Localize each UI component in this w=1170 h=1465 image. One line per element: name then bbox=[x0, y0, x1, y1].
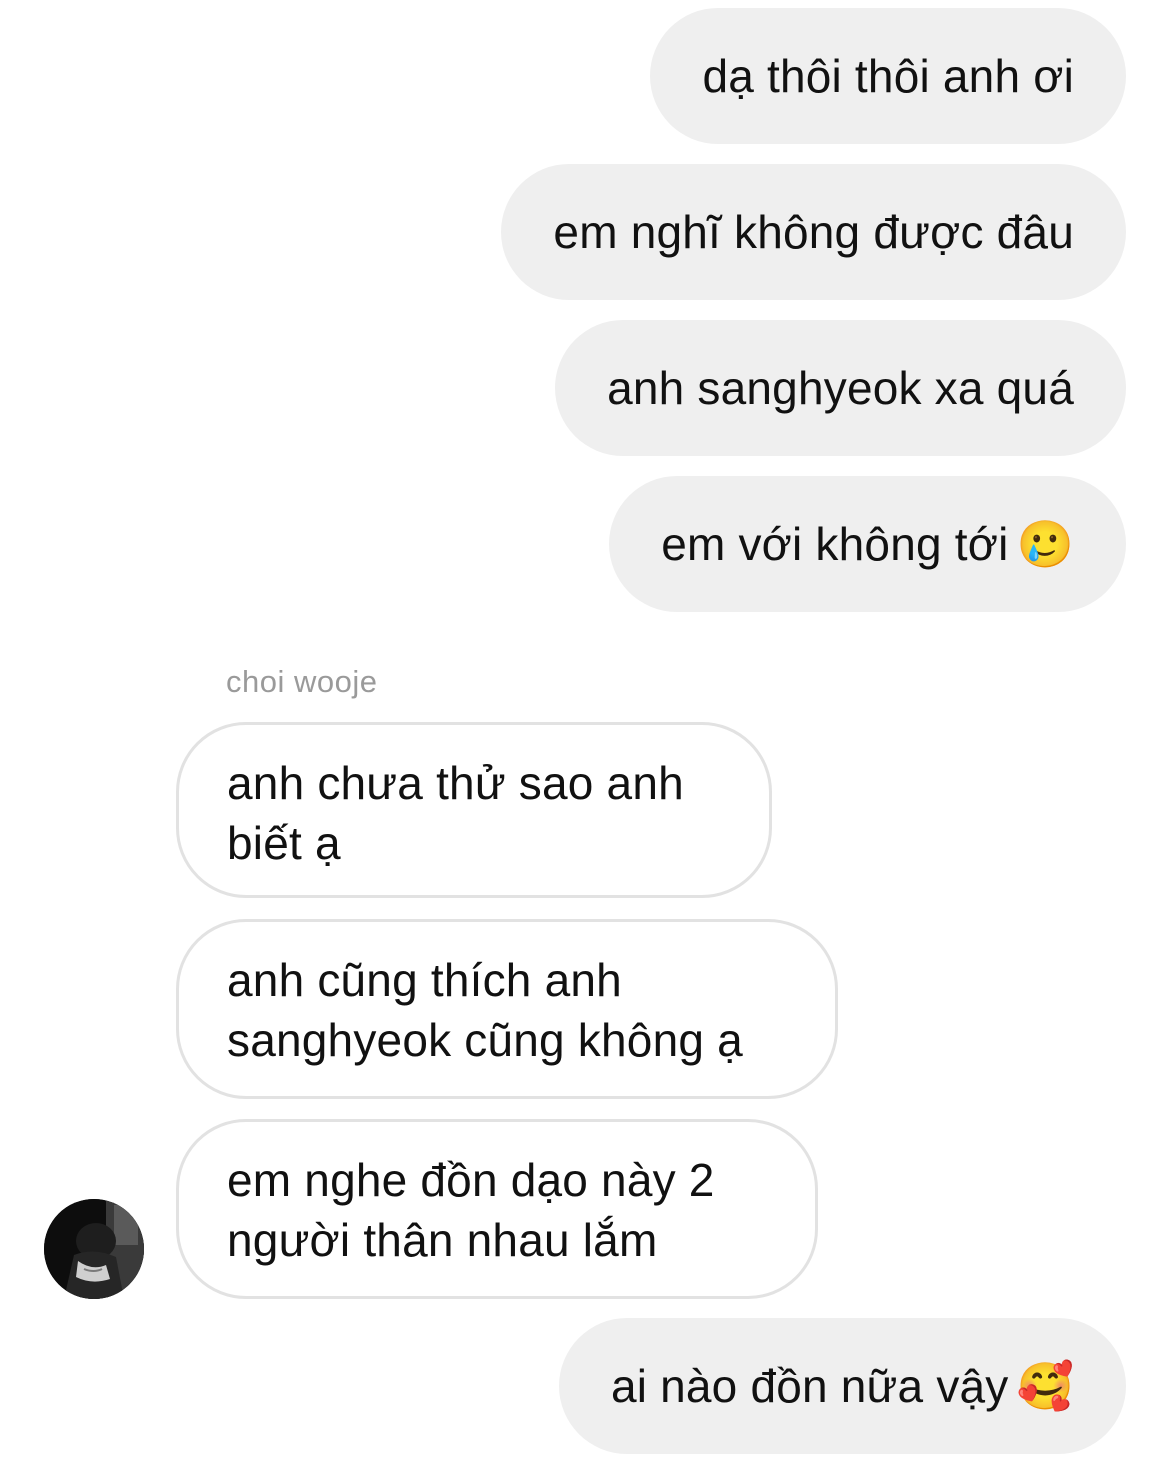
smiling-hearts-emoji-icon: 🥰 bbox=[1016, 1359, 1074, 1413]
message-text: anh sanghyeok xa quá bbox=[607, 362, 1074, 414]
sender-name: choi wooje bbox=[226, 664, 378, 699]
message-text: anh cũng thích anh sanghyeok cũng không … bbox=[227, 954, 743, 1066]
avatar[interactable] bbox=[44, 1199, 144, 1299]
outgoing-message-bubble[interactable]: em nghĩ không được đâu bbox=[501, 164, 1126, 300]
message-text: anh chưa thử sao anh biết ạ bbox=[227, 757, 684, 869]
message-text: em nghĩ không được đâu bbox=[553, 206, 1074, 258]
crying-smile-emoji-icon: 🥲 bbox=[1016, 517, 1074, 571]
outgoing-message-bubble[interactable]: anh sanghyeok xa quá bbox=[555, 320, 1126, 456]
incoming-message-bubble[interactable]: anh cũng thích anh sanghyeok cũng không … bbox=[176, 919, 838, 1099]
message-text: dạ thôi thôi anh ơi bbox=[702, 50, 1074, 102]
profile-photo-icon bbox=[44, 1199, 144, 1299]
message-text: ai nào đồn nữa vậy bbox=[610, 1360, 1009, 1412]
outgoing-message-bubble[interactable]: dạ thôi thôi anh ơi bbox=[650, 8, 1126, 144]
message-text: em với không tới bbox=[661, 518, 1009, 570]
outgoing-message-bubble[interactable]: em với không tới 🥲 bbox=[609, 476, 1126, 612]
outgoing-message-bubble[interactable]: ai nào đồn nữa vậy 🥰 bbox=[558, 1318, 1126, 1454]
message-text: em nghe đồn dạo này 2 người thân nhau lắ… bbox=[227, 1154, 715, 1266]
incoming-message-bubble[interactable]: em nghe đồn dạo này 2 người thân nhau lắ… bbox=[176, 1119, 818, 1299]
incoming-message-bubble[interactable]: anh chưa thử sao anh biết ạ bbox=[176, 722, 772, 898]
